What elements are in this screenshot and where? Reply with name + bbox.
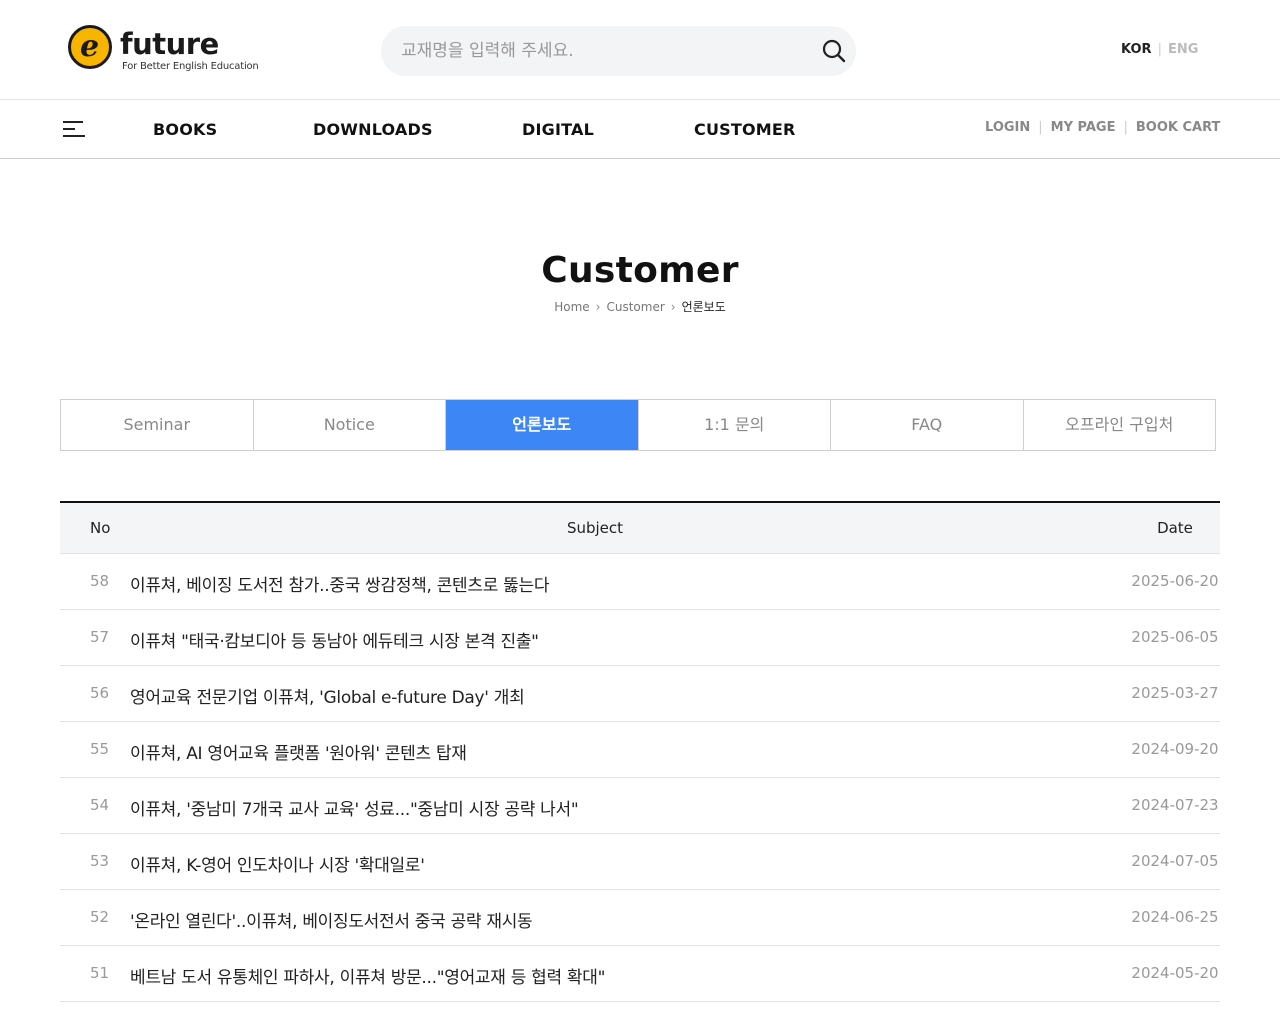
breadcrumb-current: 언론보도	[681, 300, 726, 314]
logo-tagline: For Better English Education	[122, 61, 259, 72]
chevron-right-icon: ›	[595, 300, 601, 314]
row-date: 2025-03-27	[1131, 684, 1219, 702]
tab-inquiry[interactable]: 1:1 문의	[639, 400, 831, 450]
logo-letter: e	[80, 29, 100, 64]
top-header: e future For Better English Education KO…	[0, 0, 1280, 100]
divider: |	[1038, 120, 1043, 135]
row-subject[interactable]: 이퓨쳐 "태국·캄보디아 등 동남아 에듀테크 시장 본격 진출"	[130, 627, 539, 652]
row-number: 58	[90, 572, 110, 590]
tab-notice[interactable]: Notice	[254, 400, 446, 450]
logo[interactable]: e future For Better English Education	[68, 24, 268, 76]
logo-mark: e	[68, 25, 112, 69]
row-number: 57	[90, 628, 110, 646]
nav-customer[interactable]: CUSTOMER	[694, 120, 796, 139]
nav-downloads[interactable]: DOWNLOADS	[313, 120, 433, 139]
row-date: 2024-06-25	[1131, 908, 1219, 926]
table-header: No Subject Date	[60, 501, 1220, 554]
tab-faq[interactable]: FAQ	[831, 400, 1024, 450]
search-icon[interactable]	[820, 37, 848, 65]
language-switcher: KOR | ENG	[1121, 42, 1198, 57]
lang-eng[interactable]: ENG	[1168, 42, 1198, 57]
row-date: 2025-06-05	[1131, 628, 1219, 646]
breadcrumb-home[interactable]: Home	[554, 300, 589, 314]
nav-books[interactable]: BOOKS	[153, 120, 217, 139]
row-number: 53	[90, 852, 110, 870]
lang-divider: |	[1157, 42, 1162, 57]
table-row[interactable]: 51 베트남 도서 유통체인 파하사, 이퓨쳐 방문..."영어교재 등 협력 …	[60, 946, 1220, 1002]
divider: |	[1123, 120, 1128, 135]
row-subject[interactable]: '온라인 열린다'..이퓨쳐, 베이징도서전서 중국 공략 재시동	[130, 907, 533, 932]
row-date: 2024-07-23	[1131, 796, 1219, 814]
row-number: 52	[90, 908, 110, 926]
row-number: 51	[90, 964, 110, 982]
nav-digital[interactable]: DIGITAL	[522, 120, 594, 139]
breadcrumb-customer[interactable]: Customer	[606, 300, 664, 314]
row-subject[interactable]: 이퓨쳐, 베이징 도서전 참가..중국 쌍감정책, 콘텐츠로 뚫는다	[130, 571, 550, 596]
row-number: 54	[90, 796, 110, 814]
main-nav: BOOKS DOWNLOADS DIGITAL CUSTOMER LOGIN | M…	[0, 101, 1280, 159]
header-subject: Subject	[566, 519, 624, 537]
table-row[interactable]: 58 이퓨쳐, 베이징 도서전 참가..중국 쌍감정책, 콘텐츠로 뚫는다 20…	[60, 554, 1220, 610]
row-number: 55	[90, 740, 110, 758]
chevron-right-icon: ›	[670, 300, 676, 314]
table-row[interactable]: 52 '온라인 열린다'..이퓨쳐, 베이징도서전서 중국 공략 재시동 202…	[60, 890, 1220, 946]
row-date: 2024-09-20	[1131, 740, 1219, 758]
search-input[interactable]	[401, 26, 801, 76]
book-cart-link[interactable]: BOOK CART	[1136, 120, 1221, 135]
lang-kor[interactable]: KOR	[1121, 42, 1152, 57]
row-subject[interactable]: 베트남 도서 유통체인 파하사, 이퓨쳐 방문..."영어교재 등 협력 확대"	[130, 963, 605, 988]
table-row[interactable]: 56 영어교육 전문기업 이퓨쳐, 'Global e-future Day' …	[60, 666, 1220, 722]
table-row[interactable]: 55 이퓨쳐, AI 영어교육 플랫폼 '원아워' 콘텐츠 탑재 2024-09…	[60, 722, 1220, 778]
table-row[interactable]: 54 이퓨쳐, '중남미 7개국 교사 교육' 성료..."중남미 시장 공략 …	[60, 778, 1220, 834]
menu-icon[interactable]	[63, 121, 85, 137]
tab-press[interactable]: 언론보도	[446, 400, 639, 450]
page-title: Customer	[541, 250, 739, 291]
row-date: 2024-07-05	[1131, 852, 1219, 870]
press-table: No Subject Date 58 이퓨쳐, 베이징 도서전 참가..중국 쌍…	[60, 501, 1220, 1002]
customer-tabs: Seminar Notice 언론보도 1:1 문의 FAQ 오프라인 구입처	[60, 399, 1216, 451]
login-link[interactable]: LOGIN	[985, 120, 1030, 135]
logo-word: future	[120, 27, 219, 61]
page-title-area: Customer	[0, 250, 1280, 291]
row-subject[interactable]: 영어교육 전문기업 이퓨쳐, 'Global e-future Day' 개최	[130, 683, 525, 708]
search-bar	[381, 26, 856, 76]
tab-seminar[interactable]: Seminar	[61, 400, 254, 450]
row-number: 56	[90, 684, 110, 702]
row-subject[interactable]: 이퓨쳐, '중남미 7개국 교사 교육' 성료..."중남미 시장 공략 나서"	[130, 795, 579, 820]
row-subject[interactable]: 이퓨쳐, AI 영어교육 플랫폼 '원아워' 콘텐츠 탑재	[130, 739, 467, 764]
page-title-text: Customer	[541, 250, 739, 291]
breadcrumb: Home › Customer › 언론보도	[0, 298, 1280, 315]
mypage-link[interactable]: MY PAGE	[1051, 120, 1116, 135]
row-date: 2025-06-20	[1131, 572, 1219, 590]
header-date: Date	[1157, 519, 1193, 537]
table-row[interactable]: 53 이퓨쳐, K-영어 인도차이나 시장 '확대일로' 2024-07-05	[60, 834, 1220, 890]
tab-offline-stores[interactable]: 오프라인 구입처	[1024, 400, 1216, 450]
row-date: 2024-05-20	[1131, 964, 1219, 982]
table-row[interactable]: 57 이퓨쳐 "태국·캄보디아 등 동남아 에듀테크 시장 본격 진출" 202…	[60, 610, 1220, 666]
utility-links: LOGIN | MY PAGE | BOOK CART	[985, 120, 1220, 135]
row-subject[interactable]: 이퓨쳐, K-영어 인도차이나 시장 '확대일로'	[130, 851, 425, 876]
